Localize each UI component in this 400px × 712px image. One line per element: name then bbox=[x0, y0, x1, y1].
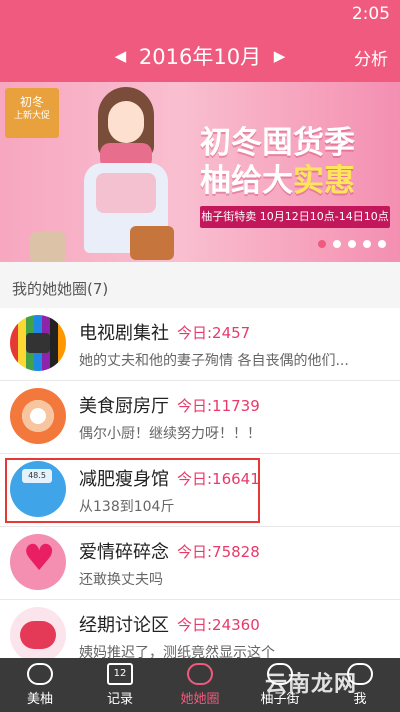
group-today-count: 今日:24360 bbox=[177, 616, 260, 634]
tab-label: 她她圈 bbox=[180, 692, 220, 707]
banner-products-image bbox=[30, 226, 180, 262]
banner-badge: 初冬 上新大促 bbox=[5, 88, 59, 138]
banner-title-accent: 实惠 bbox=[293, 163, 355, 199]
group-latest-post: 从138到104斤 bbox=[79, 499, 175, 515]
banner-title-line1: 初冬囤货季 bbox=[200, 125, 355, 161]
banner-title-line2: 柚给大实惠 bbox=[200, 162, 355, 200]
shop-icon bbox=[267, 663, 293, 685]
group-today-count: 今日:11739 bbox=[177, 397, 260, 415]
tab-label: 记录 bbox=[106, 692, 133, 707]
month-nav: ◀ 2016年10月 ▶ bbox=[0, 41, 400, 71]
group-latest-post: 还敢换丈夫吗 bbox=[79, 572, 163, 588]
section-title: 我的她她圈(7) bbox=[0, 262, 400, 308]
group-today-count: 今日:75828 bbox=[177, 543, 260, 561]
banner-title-line2-main: 柚给大 bbox=[200, 163, 293, 199]
banner-pager bbox=[311, 233, 386, 252]
tv-avatar-icon bbox=[10, 315, 66, 371]
group-name: 减肥瘦身馆 bbox=[79, 469, 169, 490]
tab-circle[interactable]: 她她圈 bbox=[160, 658, 240, 712]
banner-badge-bottom: 上新大促 bbox=[13, 111, 50, 121]
pager-dot[interactable] bbox=[363, 240, 371, 248]
food-avatar-icon bbox=[10, 388, 66, 444]
scale-display: 48.5 bbox=[22, 469, 52, 483]
tab-bar: 美柚 12 记录 她她圈 柚子街 我 bbox=[0, 658, 400, 712]
header: ◀ 2016年10月 ▶ 分析 bbox=[0, 30, 400, 82]
banner-title: 初冬囤货季 柚给大实惠 bbox=[200, 124, 355, 200]
profile-icon bbox=[347, 663, 373, 685]
promo-banner[interactable]: 初冬 上新大促 初冬囤货季 柚给大实惠 柚子街特卖 10月12日10点-14日1… bbox=[0, 82, 400, 262]
tab-record[interactable]: 12 记录 bbox=[80, 658, 160, 712]
month-title: 2016年10月 bbox=[138, 45, 262, 69]
group-list: 电视剧集社 今日:2457 她的丈夫和他的妻子殉情 各自丧偶的他们... 美食厨… bbox=[0, 308, 400, 673]
group-today-count: 今日:2457 bbox=[177, 324, 251, 342]
banner-subtitle: 柚子街特卖 10月12日10点-14日10点 bbox=[200, 206, 390, 228]
pager-dot[interactable] bbox=[318, 240, 326, 248]
tab-me[interactable]: 我 bbox=[320, 658, 400, 712]
triangle-right-icon[interactable]: ▶ bbox=[274, 47, 286, 65]
period-avatar-icon bbox=[10, 607, 66, 663]
tab-label: 柚子街 bbox=[260, 692, 300, 707]
list-item[interactable]: 48.5 减肥瘦身馆 今日:16641 从138到104斤 bbox=[0, 454, 400, 527]
tab-meiyou[interactable]: 美柚 bbox=[0, 658, 80, 712]
list-item[interactable]: 美食厨房厅 今日:11739 偶尔小厨！继续努力呀！！！ bbox=[0, 381, 400, 454]
list-item[interactable]: 爱情碎碎念 今日:75828 还敢换丈夫吗 bbox=[0, 527, 400, 600]
group-name: 美食厨房厅 bbox=[79, 396, 169, 417]
pager-dot[interactable] bbox=[333, 240, 341, 248]
triangle-left-icon[interactable]: ◀ bbox=[115, 47, 127, 65]
tab-label: 美柚 bbox=[26, 692, 53, 707]
banner-badge-top: 初冬 bbox=[19, 95, 44, 109]
group-today-count: 今日:16641 bbox=[177, 470, 260, 488]
tab-label: 我 bbox=[353, 692, 367, 707]
heart-avatar-icon bbox=[10, 534, 66, 590]
group-name: 电视剧集社 bbox=[79, 323, 169, 344]
meiyou-icon bbox=[27, 663, 53, 685]
analyze-button[interactable]: 分析 bbox=[354, 45, 388, 70]
calendar-icon: 12 bbox=[107, 663, 133, 685]
group-latest-post: 偶尔小厨！继续努力呀！！！ bbox=[79, 426, 261, 442]
list-item[interactable]: 电视剧集社 今日:2457 她的丈夫和他的妻子殉情 各自丧偶的他们... bbox=[0, 308, 400, 381]
status-bar: 2:05 bbox=[0, 0, 400, 30]
tab-shop[interactable]: 柚子街 bbox=[240, 658, 320, 712]
circle-icon bbox=[187, 663, 213, 685]
group-name: 爱情碎碎念 bbox=[79, 542, 169, 563]
group-latest-post: 她的丈夫和他的妻子殉情 各自丧偶的他们... bbox=[79, 353, 349, 369]
group-name: 经期讨论区 bbox=[79, 615, 169, 636]
pager-dot[interactable] bbox=[348, 240, 356, 248]
status-time: 2:05 bbox=[351, 4, 390, 24]
pager-dot[interactable] bbox=[378, 240, 386, 248]
scale-avatar-icon: 48.5 bbox=[10, 461, 66, 517]
